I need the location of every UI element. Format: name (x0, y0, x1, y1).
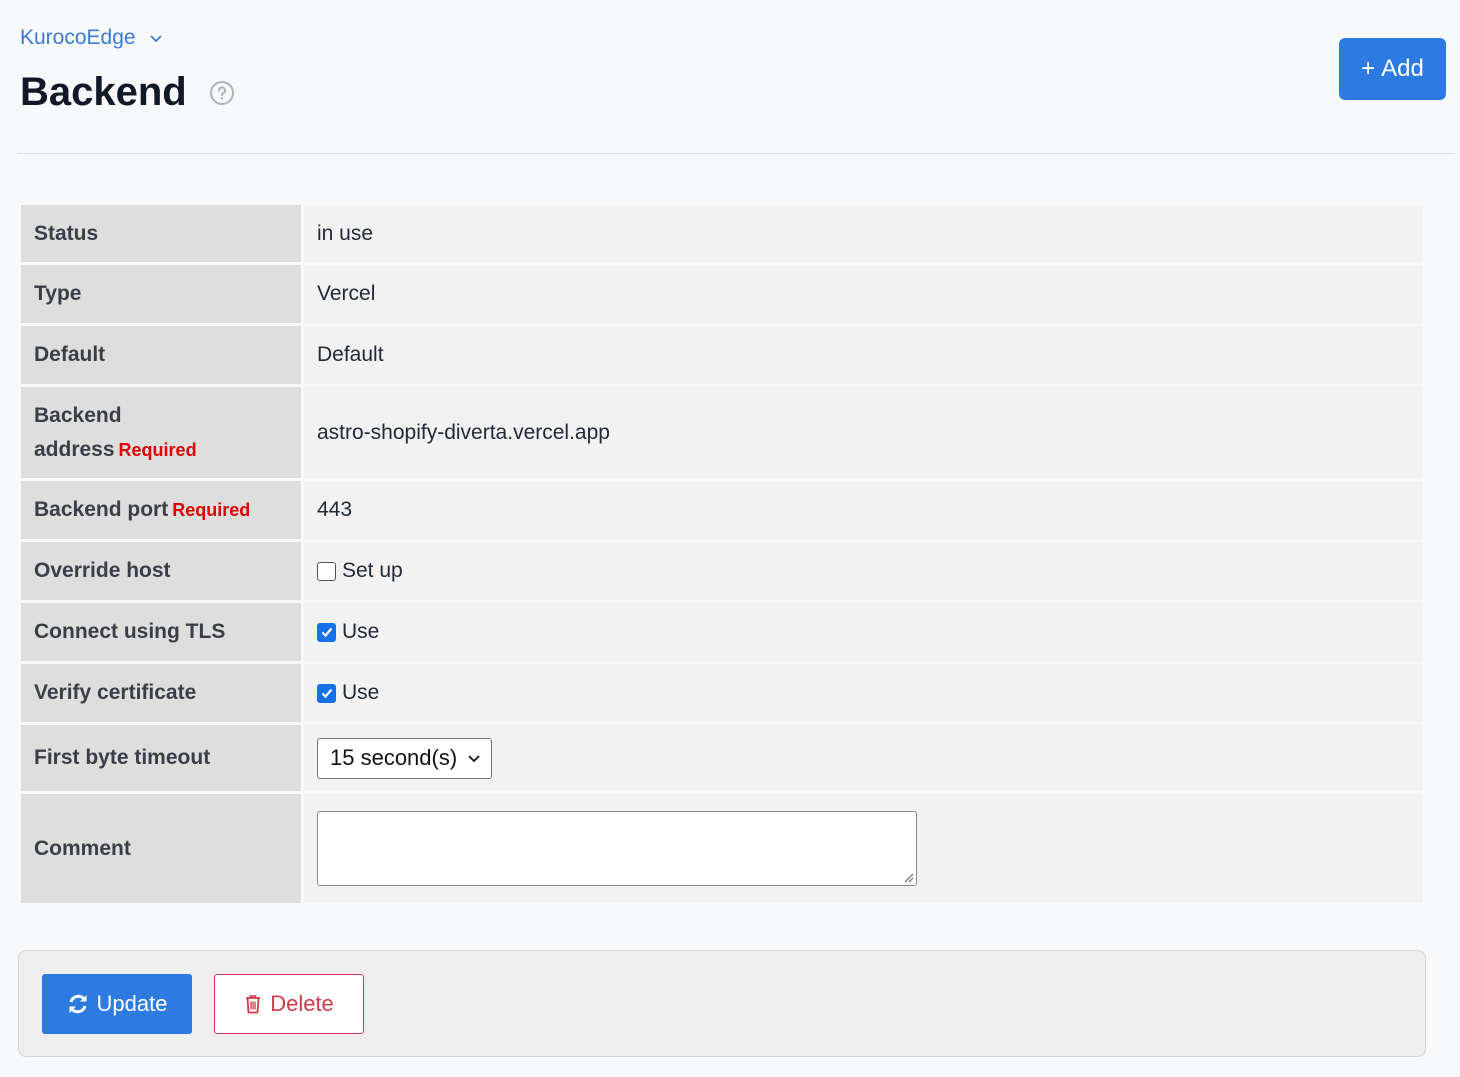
chevron-down-icon[interactable] (148, 30, 164, 46)
update-button[interactable]: Update (42, 974, 192, 1034)
verify-certificate-option-label: Use (342, 681, 380, 704)
help-icon[interactable] (209, 80, 235, 106)
first-byte-timeout-label: First byte timeout (21, 725, 301, 791)
backend-address-value: astro-shopify-diverta.vercel.app (304, 387, 1423, 478)
type-value: Vercel (304, 265, 1423, 323)
row-default: Default Default (21, 326, 1423, 384)
page-title-text: Backend (20, 70, 187, 114)
resize-grip-icon[interactable] (902, 871, 914, 883)
backend-port-label: Backend port Required (21, 481, 301, 539)
trash-icon (246, 995, 261, 1014)
required-badge: Required (118, 439, 197, 460)
row-first-byte-timeout: First byte timeout 15 second(s) (21, 725, 1423, 791)
status-label: Status (21, 205, 301, 262)
row-verify-certificate: Verify certificate Use (21, 664, 1423, 722)
add-button-label: Add (1381, 55, 1424, 82)
action-bar: Update Delete (18, 950, 1426, 1057)
row-backend-address: Backend address Required astro-shopify-di… (21, 387, 1423, 478)
comment-label: Comment (21, 794, 301, 903)
row-override-host: Override host Set up (21, 542, 1423, 600)
backend-address-label-line1: Backend (34, 403, 122, 427)
row-type: Type Vercel (21, 265, 1423, 323)
row-comment: Comment (21, 794, 1423, 903)
override-host-label: Override host (21, 542, 301, 600)
page-title: Backend (20, 70, 235, 115)
delete-button[interactable]: Delete (214, 974, 364, 1034)
default-label: Default (21, 326, 301, 384)
row-backend-port: Backend port Required 443 (21, 481, 1423, 539)
connect-tls-label: Connect using TLS (21, 603, 301, 661)
type-label: Type (21, 265, 301, 323)
override-host-option[interactable]: Set up (317, 559, 1410, 583)
backend-address-label-line2: address (34, 437, 115, 461)
refresh-icon (69, 994, 87, 1014)
row-connect-tls: Connect using TLS Use (21, 603, 1423, 661)
plus-icon: + (1361, 55, 1376, 82)
update-button-label: Update (96, 991, 168, 1016)
required-badge: Required (172, 500, 251, 520)
backend-port-value: 443 (304, 481, 1423, 539)
connect-tls-option-label: Use (342, 620, 380, 643)
backend-form-table: Status in use Type Vercel Default Defaul… (18, 202, 1426, 906)
connect-tls-option[interactable]: Use (317, 620, 1410, 644)
header-divider (18, 153, 1455, 154)
verify-certificate-option[interactable]: Use (317, 681, 1410, 705)
check-icon (321, 627, 332, 638)
connect-tls-checkbox[interactable] (317, 622, 336, 642)
row-status: Status in use (21, 205, 1423, 262)
backend-address-label: Backend address Required (21, 387, 301, 478)
override-host-option-label: Set up (342, 559, 403, 582)
chevron-down-icon (468, 755, 480, 763)
override-host-checkbox[interactable] (317, 561, 336, 581)
first-byte-timeout-select[interactable]: 15 second(s) (317, 737, 492, 779)
add-button[interactable]: + Add (1339, 38, 1446, 100)
first-byte-timeout-selected: 15 second(s) (330, 745, 458, 770)
comment-textarea[interactable] (317, 811, 917, 886)
breadcrumb-label[interactable]: KurocoEdge (20, 26, 136, 50)
delete-button-label: Delete (270, 991, 334, 1016)
status-value: in use (304, 205, 1423, 262)
breadcrumb[interactable]: KurocoEdge (20, 26, 164, 50)
verify-certificate-checkbox[interactable] (317, 683, 336, 703)
verify-certificate-label: Verify certificate (21, 664, 301, 722)
backend-port-label-text: Backend port (34, 498, 169, 521)
check-icon (321, 688, 332, 699)
default-value: Default (304, 326, 1423, 384)
